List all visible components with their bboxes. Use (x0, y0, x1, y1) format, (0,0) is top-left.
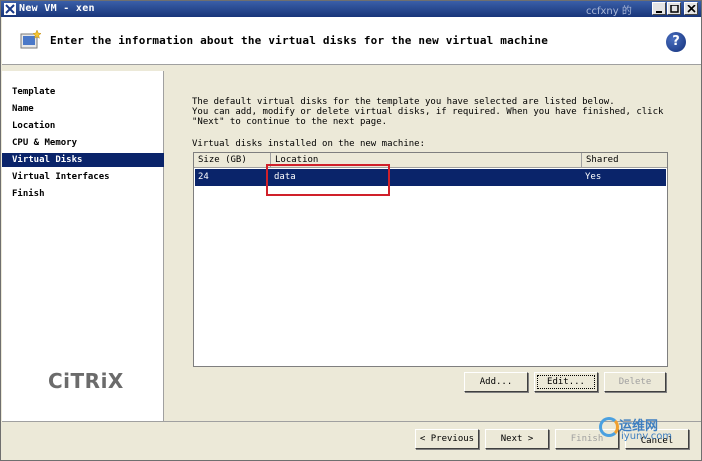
disk-shared-cell: Yes (585, 172, 602, 182)
delete-disk-button[interactable]: Delete (604, 372, 666, 392)
intro-text: The default virtual disks for the templa… (192, 97, 672, 127)
disk-size-cell: 24 (198, 172, 209, 182)
help-button[interactable]: ? (666, 32, 686, 52)
column-header-size[interactable]: Size (GB) (194, 153, 271, 168)
watermark-site: iyunv.com (621, 431, 673, 442)
nav-step-cpu-memory[interactable]: CPU & Memory (2, 136, 164, 150)
add-disk-button[interactable]: Add... (464, 372, 528, 392)
nav-step-label: CPU & Memory (12, 138, 78, 148)
maximize-button[interactable] (667, 2, 681, 15)
nav-step-name[interactable]: Name (2, 102, 164, 116)
window-title: New VM - xen (19, 3, 95, 14)
annotation-highlight-box (266, 164, 390, 196)
next-button[interactable]: Next > (485, 429, 549, 449)
title-bar[interactable]: New VM - xen ccfxny 的 (1, 1, 701, 17)
nav-step-virtual-disks[interactable]: Virtual Disks (2, 153, 164, 167)
citrix-logo: CiTRiX (48, 369, 124, 393)
watermark-logo (599, 417, 619, 437)
nav-step-label: Location (12, 121, 56, 131)
edit-disk-button[interactable]: Edit... (534, 372, 598, 392)
help-icon: ? (672, 34, 680, 49)
watermark-text: ccfxny 的 (586, 6, 632, 17)
new-vm-wizard-window: New VM - xen ccfxny 的 Enter the informat… (0, 0, 702, 461)
intro-line: You can add, modify or delete virtual di… (192, 107, 664, 117)
minimize-button[interactable] (652, 2, 666, 15)
table-header: Size (GB) Location Shared (194, 153, 667, 168)
close-button[interactable] (684, 2, 698, 15)
wizard-header: Enter the information about the virtual … (2, 17, 701, 65)
footer-divider (2, 421, 701, 422)
nav-step-finish[interactable]: Finish (2, 187, 164, 201)
new-vm-wizard-icon (20, 29, 42, 49)
xen-app-icon (4, 3, 16, 15)
previous-button[interactable]: < Previous (415, 429, 479, 449)
nav-step-label: Virtual Disks (12, 155, 83, 165)
virtual-disks-table[interactable]: Size (GB) Location Shared 24 data Yes (193, 152, 668, 367)
close-icon (687, 5, 696, 13)
maximize-icon (670, 5, 679, 13)
intro-line: The default virtual disks for the templa… (192, 97, 615, 107)
nav-step-location[interactable]: Location (2, 119, 164, 133)
disk-list-label: Virtual disks installed on the new machi… (192, 139, 425, 149)
column-header-shared[interactable]: Shared (582, 153, 667, 168)
page-heading: Enter the information about the virtual … (50, 34, 549, 47)
nav-step-label: Finish (12, 189, 45, 199)
nav-step-label: Template (12, 87, 56, 97)
minimize-icon (656, 11, 662, 13)
nav-step-virtual-interfaces[interactable]: Virtual Interfaces (2, 170, 164, 184)
nav-step-label: Virtual Interfaces (12, 172, 110, 182)
nav-step-label: Name (12, 104, 34, 114)
nav-step-template[interactable]: Template (2, 85, 164, 99)
intro-line: "Next" to continue to the next page. (192, 117, 388, 127)
wizard-steps-nav: Template Name Location CPU & Memory Virt… (2, 71, 164, 421)
